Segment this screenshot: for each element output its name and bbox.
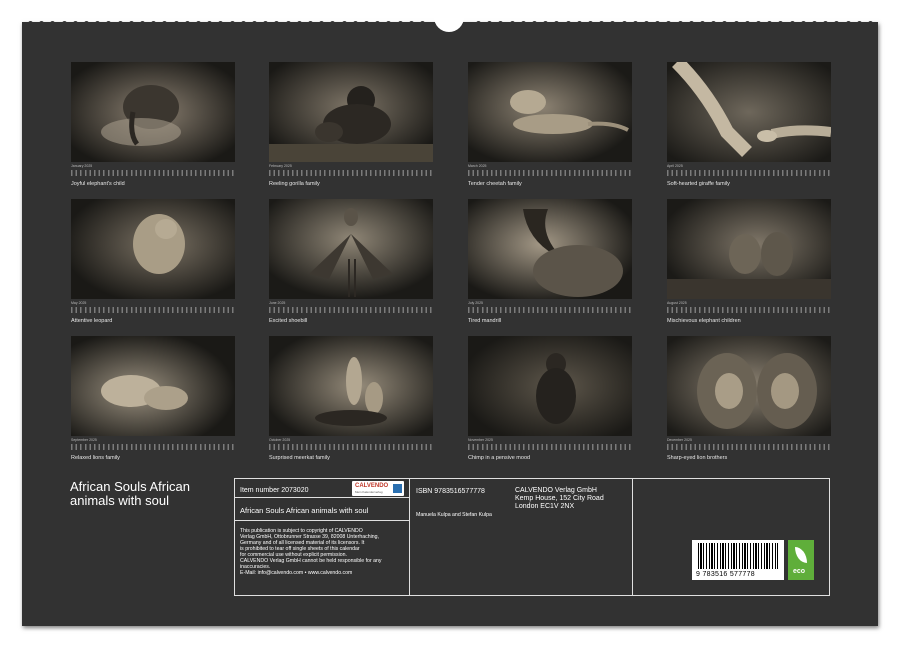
photo-chimp	[468, 336, 632, 436]
month-caption: Mischievous elephant children	[667, 318, 831, 324]
logo-text: CALVENDO	[355, 483, 388, 489]
barcode: 9 783516 577778	[692, 540, 784, 580]
photo-leopard	[71, 199, 235, 299]
month-caption: Chimp in a pensive mood	[468, 455, 632, 461]
month-caption: Attentive leopard	[71, 318, 235, 324]
barcode-bars	[698, 543, 778, 569]
month-caption: Relaxed lions family	[71, 455, 235, 461]
calendar-icon	[393, 484, 402, 493]
day-grid	[468, 444, 632, 450]
month-caption: Reeling gorilla family	[269, 181, 433, 187]
month-caption: Excited shoebill	[269, 318, 433, 324]
product-title: African Souls African animals with soul	[240, 506, 368, 515]
day-grid	[269, 444, 433, 450]
day-grid	[468, 170, 632, 176]
month-name: December 2025	[667, 438, 831, 443]
eco-badge: eco	[788, 540, 814, 580]
month-caption: Tired mandrill	[468, 318, 632, 324]
cover-title: African Souls African animals with soul	[70, 480, 230, 508]
month-april: April 2025 Soft-hearted giraffe family	[667, 62, 831, 187]
leaf-icon	[795, 547, 807, 563]
month-caption: Tender cheetah family	[468, 181, 632, 187]
month-december: December 2025 Sharp-eyed lion brothers	[667, 336, 831, 461]
day-grid	[269, 170, 433, 176]
photo-mandrill	[468, 199, 632, 299]
month-november: November 2025 Chimp in a pensive mood	[468, 336, 632, 461]
photo-giraffe	[667, 62, 831, 162]
photo-elephant	[71, 62, 235, 162]
month-may: May 2025 Attentive leopard	[71, 199, 235, 324]
month-name: May 2025	[71, 301, 235, 306]
photo-lions	[667, 336, 831, 436]
month-name: January 2025	[71, 164, 235, 169]
day-grid	[667, 170, 831, 176]
month-february: February 2025 Reeling gorilla family	[269, 62, 433, 187]
month-name: July 2025	[468, 301, 632, 306]
month-caption: Sharp-eyed lion brothers	[667, 455, 831, 461]
month-name: April 2025	[667, 164, 831, 169]
month-january: January 2025 Joyful elephant's child	[71, 62, 235, 187]
month-caption: Surprised meerkat family	[269, 455, 433, 461]
day-grid	[667, 444, 831, 450]
photo-young-elephants	[667, 199, 831, 299]
month-name: March 2025	[468, 164, 632, 169]
month-name: June 2025	[269, 301, 433, 306]
month-july: July 2025 Tired mandrill	[468, 199, 632, 324]
month-name: October 2025	[269, 438, 433, 443]
barcode-number: 9 783516 577778	[696, 571, 755, 578]
photo-gorilla	[269, 62, 433, 162]
publisher-address: CALVENDO Verlag GmbHKemp House, 152 City…	[515, 487, 604, 511]
photo-cheetah	[468, 62, 632, 162]
month-june: June 2025 Excited shoebill	[269, 199, 433, 324]
calvendo-logo: CALVENDO Mein Kalenderverlag	[352, 481, 404, 496]
isbn: ISBN 9783516577778	[416, 488, 485, 495]
legal-notice: This publication is subject to copyright…	[240, 528, 381, 576]
month-name: September 2025	[71, 438, 235, 443]
month-march: March 2025 Tender cheetah family	[468, 62, 632, 187]
day-grid	[468, 307, 632, 313]
publisher-line: CALVENDO Verlag GmbH	[515, 487, 604, 495]
photo-meerkats	[269, 336, 433, 436]
month-september: September 2025 Relaxed lions family	[71, 336, 235, 461]
authors: Manuela Kulpa and Stefan Kulpa	[416, 512, 492, 518]
month-october: October 2025 Surprised meerkat family	[269, 336, 433, 461]
logo-subtext: Mein Kalenderverlag	[355, 490, 383, 494]
month-name: November 2025	[468, 438, 632, 443]
day-grid	[71, 444, 235, 450]
day-grid	[71, 307, 235, 313]
month-caption: Joyful elephant's child	[71, 181, 235, 187]
day-grid	[71, 170, 235, 176]
day-grid	[667, 307, 831, 313]
month-august: August 2025 Mischievous elephant childre…	[667, 199, 831, 324]
publisher-line: London EC1V 2NX	[515, 503, 604, 511]
photo-shoebill	[269, 199, 433, 299]
day-grid	[269, 307, 433, 313]
month-name: August 2025	[667, 301, 831, 306]
item-number: Item number 2073020	[240, 487, 309, 494]
publisher-line: Kemp House, 152 City Road	[515, 495, 604, 503]
month-name: February 2025	[269, 164, 433, 169]
photo-lion-cubs	[71, 336, 235, 436]
month-caption: Soft-hearted giraffe family	[667, 181, 831, 187]
legal-line: E-Mail: info@calvendo.com • www.calvendo…	[240, 570, 381, 576]
eco-label: eco	[793, 568, 805, 575]
